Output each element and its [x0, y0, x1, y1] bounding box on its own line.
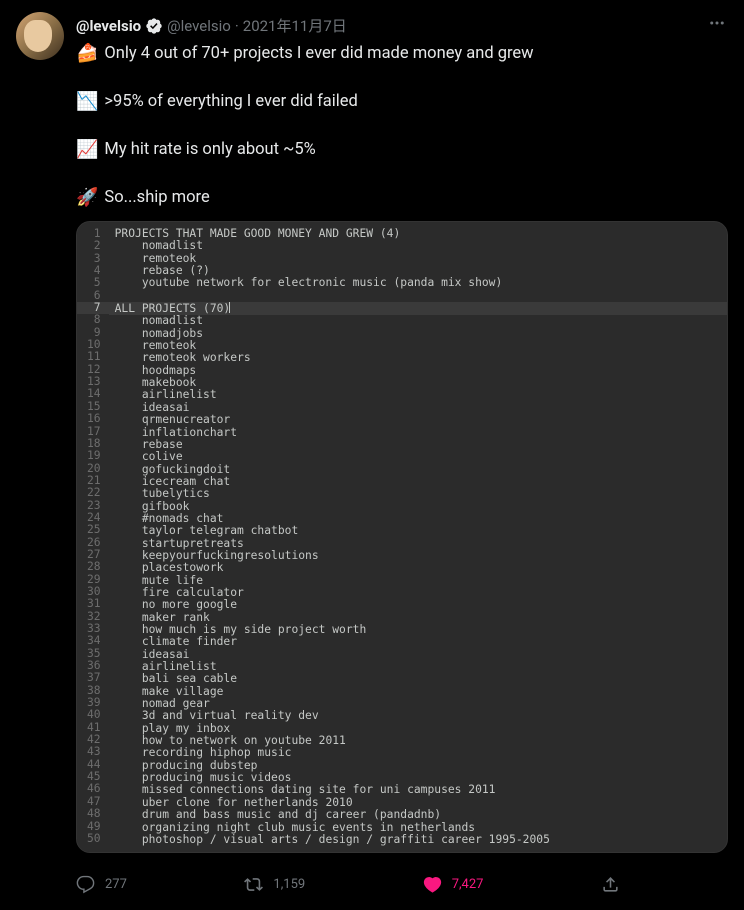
code-line: bali sea cable	[115, 673, 717, 685]
line-number: 11	[87, 351, 101, 363]
reply-count: 277	[105, 877, 127, 892]
avatar[interactable]	[16, 12, 64, 60]
code-line: ALL PROJECTS (70)	[109, 302, 727, 315]
separator-dot: ·	[235, 16, 239, 36]
emoji: 🚀	[76, 189, 98, 207]
line-number: 49	[87, 821, 101, 833]
code-content: PROJECTS THAT MADE GOOD MONEY AND GREW (…	[109, 222, 727, 852]
line-number: 5	[87, 277, 101, 289]
code-line: colive	[115, 451, 717, 463]
emoji: 🍰	[76, 45, 98, 63]
code-line: missed connections dating site for uni c…	[115, 784, 717, 796]
reply-icon	[76, 875, 95, 894]
code-line: photoshop / visual arts / design / graff…	[115, 834, 717, 846]
share-button[interactable]	[601, 875, 620, 894]
code-line: nomadjobs	[115, 328, 717, 340]
tweet-line-text: Only 4 out of 70+ projects I ever did ma…	[104, 41, 533, 67]
more-button[interactable]	[706, 12, 728, 39]
code-line: organizing night club music events in ne…	[115, 822, 717, 834]
tweet-actions: 277 1,159 7,427	[0, 865, 680, 904]
tweet-line: 📉 >95% of everything I ever did failed	[76, 89, 728, 115]
emoji: 📈	[76, 141, 98, 159]
tweet-line-text: So...ship more	[104, 185, 209, 211]
code-line: taylor telegram chatbot	[115, 525, 717, 537]
line-number: 25	[87, 524, 101, 536]
tweet-header: @levelsio @levelsio · 2021年11月7日 🍰 Only 4…	[16, 12, 728, 853]
code-line: placestowork	[115, 562, 717, 574]
code-line: PROJECTS THAT MADE GOOD MONEY AND GREW (…	[115, 228, 717, 240]
line-number: 43	[87, 746, 101, 758]
line-number-gutter: 1234567891011121314151617181920212223242…	[77, 222, 109, 852]
line-number: 34	[87, 635, 101, 647]
code-line: climate finder	[115, 636, 717, 648]
line-number: 14	[87, 388, 101, 400]
code-line: hoodmaps	[115, 365, 717, 377]
emoji: 📉	[76, 93, 98, 111]
code-line: nomadlist	[115, 240, 717, 252]
line-number: 46	[87, 783, 101, 795]
line-number: 8	[87, 314, 101, 326]
line-number: 48	[87, 808, 101, 820]
heart-icon	[423, 875, 442, 894]
tweet-line-text: >95% of everything I ever did failed	[104, 89, 357, 115]
user-handle[interactable]: @levelsio	[167, 16, 231, 36]
share-icon	[601, 875, 620, 894]
code-line: nomadlist	[115, 315, 717, 327]
retweet-icon	[244, 875, 263, 894]
line-number: 37	[87, 672, 101, 684]
tweet-content: @levelsio @levelsio · 2021年11月7日 🍰 Only 4…	[76, 12, 728, 853]
display-name[interactable]: @levelsio	[76, 16, 141, 36]
tweet-line: 📈 My hit rate is only about ~5%	[76, 137, 728, 163]
line-number: 16	[87, 413, 101, 425]
code-line: tubelytics	[115, 488, 717, 500]
line-number: 19	[87, 450, 101, 462]
tweet-line: 🚀 So...ship more	[76, 185, 728, 211]
line-number: 2	[87, 240, 101, 252]
retweet-button[interactable]: 1,159	[244, 875, 305, 894]
line-number: 31	[87, 598, 101, 610]
line-number: 17	[87, 426, 101, 438]
text-cursor	[229, 302, 230, 313]
reply-button[interactable]: 277	[76, 875, 127, 894]
tweet-line-text: My hit rate is only about ~5%	[104, 137, 315, 163]
code-line: remoteok workers	[115, 352, 717, 364]
code-line: airlinelist	[115, 389, 717, 401]
more-icon	[708, 14, 726, 32]
line-number: 50	[87, 833, 101, 845]
verified-badge-icon	[145, 17, 163, 35]
tweet: @levelsio @levelsio · 2021年11月7日 🍰 Only 4…	[0, 0, 744, 865]
code-line: inflationchart	[115, 427, 717, 439]
code-line: 3d and virtual reality dev	[115, 710, 717, 722]
line-number: 22	[87, 487, 101, 499]
code-image[interactable]: 1234567891011121314151617181920212223242…	[76, 221, 728, 853]
tweet-line: 🍰 Only 4 out of 70+ projects I ever did m…	[76, 41, 728, 67]
code-line: no more google	[115, 599, 717, 611]
retweet-count: 1,159	[273, 877, 305, 892]
tweet-text: 🍰 Only 4 out of 70+ projects I ever did m…	[76, 41, 728, 211]
line-number: 40	[87, 709, 101, 721]
like-count: 7,427	[452, 877, 484, 892]
code-line: rebase	[115, 439, 717, 451]
like-button[interactable]: 7,427	[423, 875, 484, 894]
tweet-date[interactable]: 2021年11月7日	[243, 16, 347, 36]
code-line: qrmenucreator	[115, 414, 717, 426]
code-line: youtube network for electronic music (pa…	[115, 277, 717, 289]
code-line: drum and bass music and dj career (panda…	[115, 809, 717, 821]
line-number: 7	[77, 302, 109, 314]
line-number: 28	[87, 561, 101, 573]
code-line	[115, 290, 717, 302]
user-line: @levelsio @levelsio · 2021年11月7日	[76, 12, 728, 39]
code-line: recording hiphop music	[115, 747, 717, 759]
